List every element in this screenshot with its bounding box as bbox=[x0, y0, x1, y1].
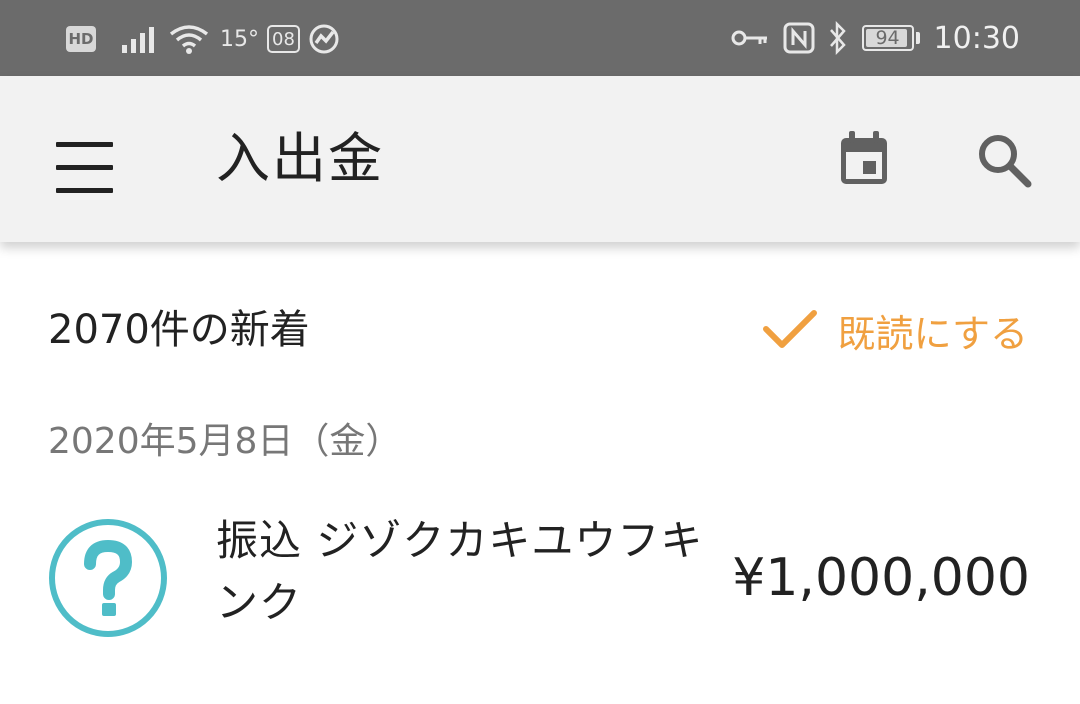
status-bar: HD 15° 08 94 10:30 bbox=[0, 0, 1080, 76]
nfc-icon bbox=[783, 22, 815, 54]
hamburger-menu-icon[interactable] bbox=[40, 121, 128, 197]
mark-read-button[interactable]: 既読にする bbox=[762, 300, 1028, 360]
bluetooth-icon bbox=[829, 21, 846, 55]
mark-read-label: 既読にする bbox=[837, 311, 1028, 356]
page-title: 入出金 bbox=[216, 127, 384, 190]
menu-line bbox=[56, 188, 113, 193]
menu-line bbox=[56, 142, 113, 147]
temperature-indicator: 15° bbox=[220, 26, 259, 52]
calendar-icon[interactable] bbox=[826, 122, 904, 200]
battery-indicator: 94 bbox=[861, 25, 914, 51]
search-icon-graphic bbox=[979, 135, 1032, 188]
hd-indicator: HD bbox=[66, 26, 96, 52]
status-bar-right: 94 10:30 bbox=[730, 18, 1020, 58]
date-header: 2020年5月8日（金） bbox=[48, 421, 402, 462]
battery-tip bbox=[915, 32, 920, 44]
new-items-count: 2070件の新着 bbox=[48, 307, 310, 353]
question-mark-icon bbox=[49, 519, 167, 637]
wifi-icon bbox=[169, 25, 209, 54]
transaction-description: 振込 ジゾクカキユウフキンク bbox=[216, 516, 704, 627]
signal-icon bbox=[122, 27, 154, 53]
status-bar-left: HD 15° 08 bbox=[66, 20, 340, 58]
clock: 10:30 bbox=[933, 20, 1020, 56]
app-bar: 入出金 bbox=[0, 76, 1080, 242]
date-indicator: 08 bbox=[267, 25, 300, 53]
menu-line bbox=[56, 165, 113, 170]
calendar-icon-graphic bbox=[841, 131, 887, 184]
checkmark-icon bbox=[762, 310, 817, 348]
app-notification-icon bbox=[309, 24, 339, 54]
search-icon[interactable] bbox=[966, 122, 1044, 200]
key-icon bbox=[731, 30, 767, 46]
transaction-row[interactable]: 振込 ジゾクカキユウフキンク ¥1,000,000 bbox=[0, 500, 1080, 660]
battery-percent: 94 bbox=[875, 27, 900, 49]
transaction-amount: ¥1,000,000 bbox=[732, 548, 1030, 608]
